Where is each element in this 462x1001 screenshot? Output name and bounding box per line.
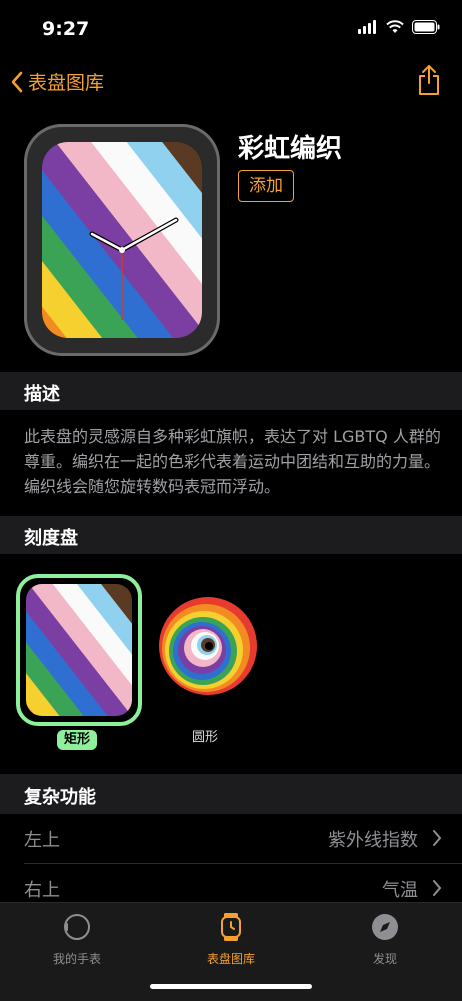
tab-face-gallery[interactable]: 表盘图库 bbox=[181, 911, 281, 967]
signal-icon bbox=[358, 20, 376, 34]
back-label: 表盘图库 bbox=[28, 72, 105, 94]
face-hero: 彩虹编织 添加 bbox=[0, 108, 462, 372]
watch-preview bbox=[24, 124, 220, 356]
complication-value: 气温 bbox=[382, 880, 418, 901]
status-time: 9:27 bbox=[42, 18, 90, 40]
battery-icon bbox=[412, 20, 440, 34]
complication-position: 右上 bbox=[24, 880, 60, 901]
rectangle-dial-preview bbox=[26, 584, 132, 716]
share-icon bbox=[419, 65, 439, 95]
navigation-bar: 表盘图库 bbox=[0, 58, 462, 108]
description-title: 描述 bbox=[24, 384, 60, 405]
tab-label: 表盘图库 bbox=[206, 952, 255, 966]
dial-label-circle[interactable]: 圆形 bbox=[192, 726, 218, 745]
face-title: 彩虹编织 bbox=[238, 134, 343, 164]
watch-face-icon bbox=[221, 913, 241, 941]
complication-position: 左上 bbox=[24, 830, 60, 851]
back-button[interactable]: 表盘图库 bbox=[10, 68, 104, 95]
tab-label: 发现 bbox=[372, 952, 397, 966]
chevron-right-icon bbox=[433, 880, 442, 896]
dial-section-header: 刻度盘 bbox=[0, 516, 462, 554]
complications-section-header: 复杂功能 bbox=[0, 774, 462, 814]
description-section-header: 描述 bbox=[0, 372, 462, 410]
status-bar: 9:27 bbox=[0, 0, 462, 58]
rainbow-weave-artwork bbox=[42, 142, 202, 338]
complications-title: 复杂功能 bbox=[24, 787, 96, 808]
add-face-button[interactable]: 添加 bbox=[238, 170, 294, 202]
complication-row-top-left[interactable]: 左上 紫外线指数 bbox=[0, 814, 462, 864]
share-button[interactable] bbox=[416, 64, 442, 100]
status-icons bbox=[358, 20, 440, 34]
compass-icon bbox=[372, 914, 398, 940]
description-text: 此表盘的灵感源自多种彩虹旗帜，表达了对 LGBTQ 人群的尊重。编织在一起的色彩… bbox=[24, 427, 441, 496]
dial-option-rectangle[interactable] bbox=[16, 574, 142, 726]
home-indicator bbox=[150, 984, 312, 989]
watch-outline-icon bbox=[64, 914, 90, 940]
dial-option-circle[interactable] bbox=[158, 596, 258, 696]
chevron-left-icon bbox=[11, 71, 23, 92]
dial-title: 刻度盘 bbox=[24, 528, 78, 549]
tab-discover[interactable]: 发现 bbox=[335, 911, 435, 967]
rainbow-swirl-thumbnail bbox=[159, 597, 257, 695]
tab-label: 我的手表 bbox=[52, 952, 101, 966]
wifi-icon bbox=[386, 20, 404, 33]
rainbow-weave-thumbnail bbox=[26, 584, 132, 716]
dial-label-rectangle[interactable]: 矩形 bbox=[57, 730, 97, 750]
tab-my-watch[interactable]: 我的手表 bbox=[27, 911, 127, 967]
chevron-right-icon bbox=[433, 830, 442, 846]
dial-options: 矩形 圆形 bbox=[0, 554, 462, 774]
watch-face-screen bbox=[42, 142, 202, 338]
complication-value: 紫外线指数 bbox=[328, 830, 418, 851]
